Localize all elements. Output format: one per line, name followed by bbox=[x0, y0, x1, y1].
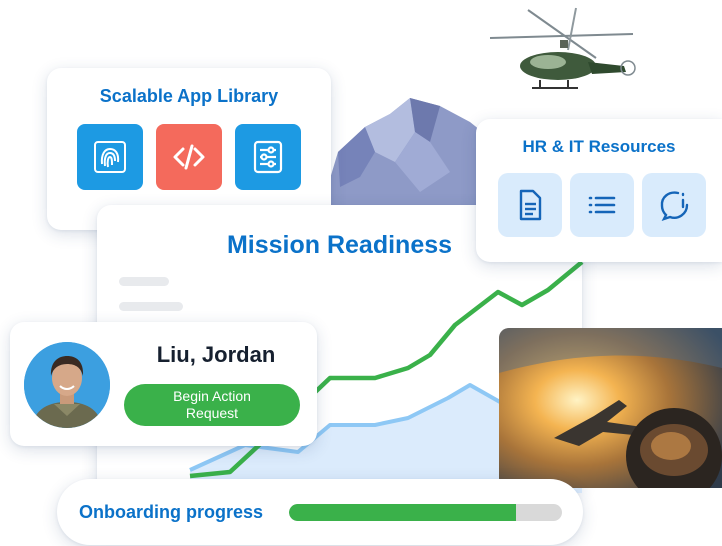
list-resource-tile[interactable] bbox=[570, 173, 634, 237]
jet-photo bbox=[499, 328, 722, 488]
resources-title: HR & IT Resources bbox=[522, 137, 676, 156]
document-icon bbox=[519, 189, 542, 221]
chat-resource-tile[interactable] bbox=[642, 173, 706, 237]
onboarding-progress-track bbox=[289, 504, 562, 521]
profile-name: Liu, Jordan bbox=[156, 342, 276, 367]
avatar bbox=[24, 342, 110, 428]
chat-icon bbox=[660, 191, 689, 222]
profile-card: Liu, Jordan Begin Action Request bbox=[10, 322, 317, 446]
onboarding-progress-fill bbox=[289, 504, 516, 521]
onboarding-progress-card: Onboarding progress bbox=[57, 479, 583, 545]
list-icon bbox=[588, 196, 616, 214]
resources-card: HR & IT Resources bbox=[476, 119, 722, 262]
document-resource-tile[interactable] bbox=[498, 173, 562, 237]
onboarding-label: Onboarding progress bbox=[79, 502, 264, 522]
begin-action-request-button[interactable]: Begin Action Request bbox=[124, 384, 300, 426]
